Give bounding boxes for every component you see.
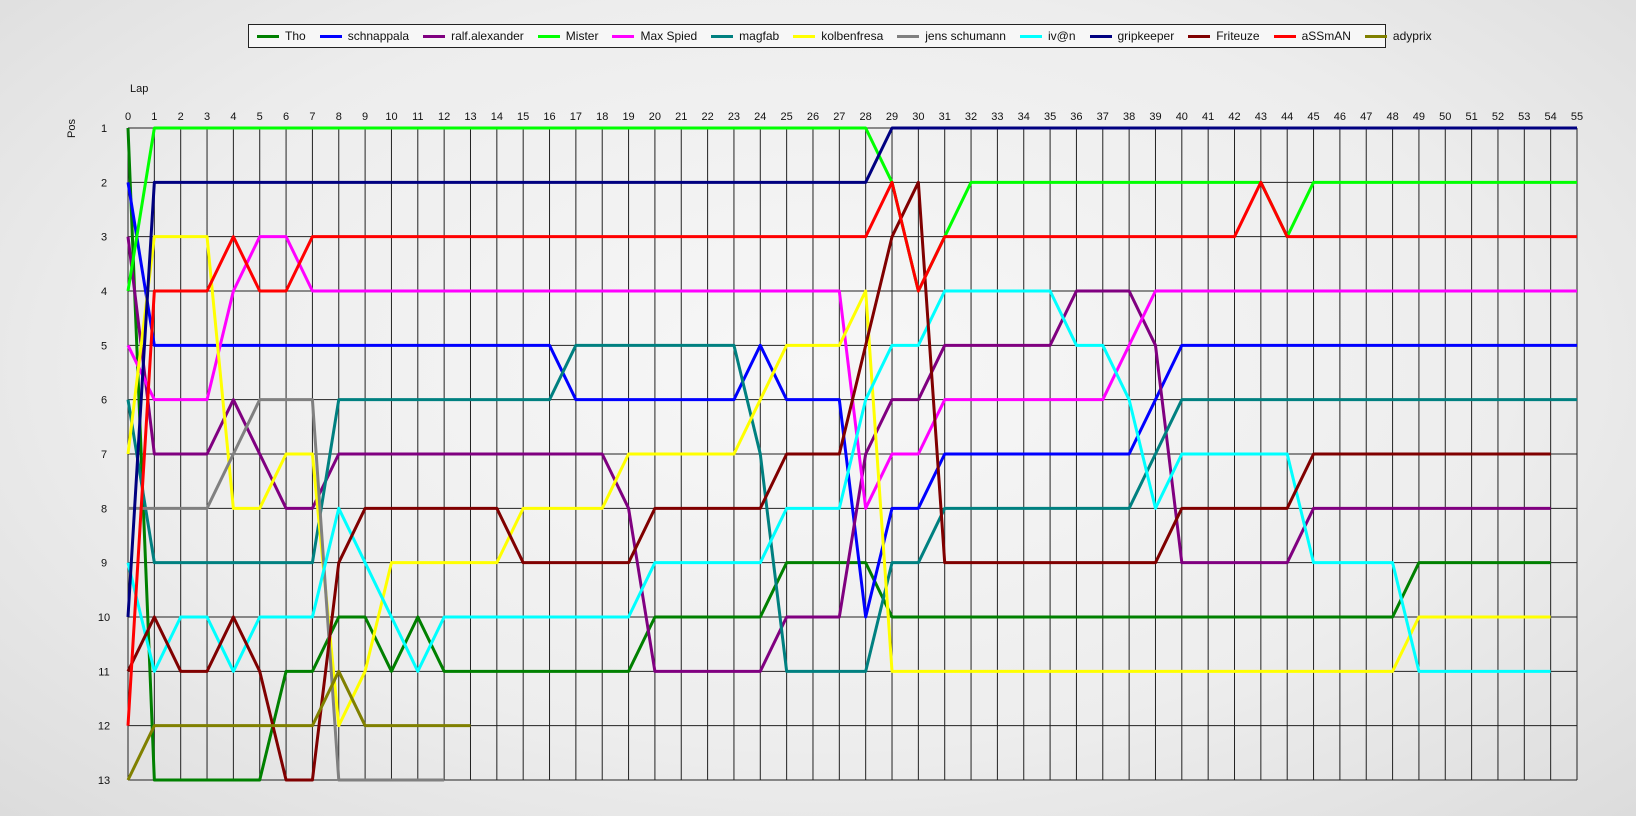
x-tick-label: 21 [675,111,687,123]
x-tick-label: 6 [283,111,289,123]
y-tick-label: 8 [101,503,107,515]
x-tick-label: 36 [1070,111,1082,123]
series-line [126,669,471,781]
x-tick-label: 24 [754,111,766,123]
x-tick-label: 29 [886,111,898,123]
x-tick-label: 26 [807,111,819,123]
x-tick-label: 23 [728,111,740,123]
x-tick-label: 46 [1334,111,1346,123]
x-tick-label: 19 [622,111,634,123]
x-tick-label: 38 [1123,111,1135,123]
x-tick-label: 45 [1307,111,1319,123]
y-tick-label: 2 [101,177,107,189]
x-tick-label: 50 [1439,111,1451,123]
x-tick-label: 0 [125,111,131,123]
x-tick-label: 15 [517,111,529,123]
x-axis-label: Lap [130,83,148,95]
x-tick-label: 25 [781,111,793,123]
x-tick-label: 55 [1571,111,1583,123]
x-tick-label: 11 [412,111,423,123]
x-tick-label: 30 [912,111,924,123]
x-tick-label: 33 [991,111,1003,123]
x-tick-label: 13 [464,111,476,123]
y-tick-label: 5 [101,340,107,352]
y-tick-label: 10 [98,612,110,624]
y-tick-label: 7 [101,449,107,461]
x-tick-label: 43 [1255,111,1267,123]
x-tick-label: 17 [570,111,582,123]
y-tick-label: 13 [98,775,110,787]
y-tick-label: 11 [98,666,109,678]
x-tick-label: 31 [939,111,951,123]
x-tick-label: 32 [965,111,977,123]
chart-plot: Lap Pos 0 1 2 3 4 5 6 7 8 9 10 11 12 13 14 15 16 17 18 19 20… [66,83,1583,787]
x-tick-label: 34 [1018,111,1030,123]
x-tick-label: 16 [543,111,555,123]
y-tick-label: 6 [101,395,107,407]
x-tick-label: 14 [491,111,503,123]
x-tick-label: 10 [385,111,397,123]
x-tick-label: 1 [151,111,157,123]
x-tick-label: 35 [1044,111,1056,123]
x-tick-label: 18 [596,111,608,123]
y-tick-label: 4 [101,286,107,298]
x-tick-label: 41 [1202,111,1214,123]
x-tick-label: 12 [438,111,450,123]
x-tick-label: 4 [230,111,236,123]
y-tick-label: 9 [101,558,107,570]
x-tick-label: 8 [336,111,342,123]
series-line [126,126,1577,293]
x-tick-label: 27 [833,111,845,123]
x-tick-label: 54 [1545,111,1557,123]
x-tick-label: 20 [649,111,661,123]
x-tick-label: 39 [1149,111,1161,123]
x-tick-label: 48 [1386,111,1398,123]
x-tick-label: 28 [860,111,872,123]
x-tick-label: 40 [1176,111,1188,123]
y-tick-label: 1 [101,123,107,135]
x-tick-label: 52 [1492,111,1504,123]
series-line [126,235,1577,510]
x-tick-label: 42 [1228,111,1240,123]
x-tick-label: 44 [1281,111,1293,123]
x-tick-label: 51 [1465,111,1477,123]
x-tick-label: 53 [1518,111,1530,123]
x-tick-label: 2 [178,111,184,123]
x-tick-label: 5 [257,111,263,123]
y-tick-label: 3 [101,232,107,244]
x-tick-label: 37 [1097,111,1109,123]
series-lines [126,126,1577,782]
y-tick-label: 12 [98,721,110,733]
x-tick-label: 3 [204,111,210,123]
x-tick-label: 22 [701,111,713,123]
x-tick-label: 7 [309,111,315,123]
x-tick-label: 47 [1360,111,1372,123]
x-tick-label: 9 [362,111,368,123]
y-axis-label: Pos [66,119,78,138]
x-tick-label: 49 [1413,111,1425,123]
